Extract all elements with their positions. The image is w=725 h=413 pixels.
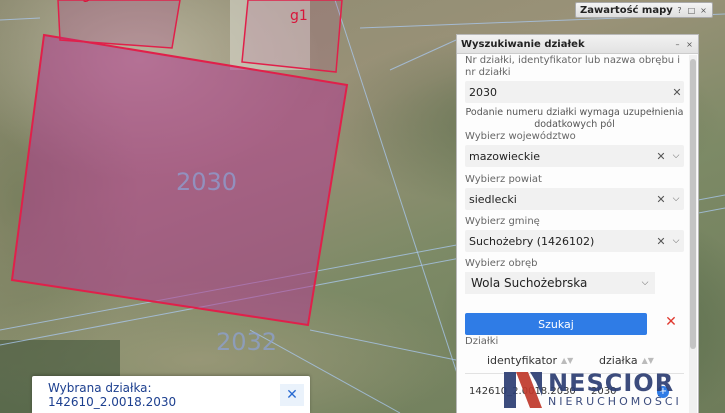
watermark-logo: NESCIOR NIERUCHOMOŚCI [502, 366, 720, 413]
precinct-select[interactable]: Wola Suchożebrska ⌵ [465, 272, 655, 294]
selected-parcel-text: Wybrana działka: 142610_2.0018.2030 [48, 380, 177, 409]
panel-title: Wyszukiwanie działek [461, 38, 585, 50]
commune-value: Suchożebry (1426102) [469, 234, 595, 248]
precinct-value: Wola Suchożebrska [471, 276, 588, 290]
query-value: 2030 [469, 85, 497, 99]
maximize-icon[interactable]: □ [687, 6, 696, 15]
chevron-down-icon[interactable]: ⌵ [668, 194, 684, 204]
help-icon[interactable]: ? [675, 6, 684, 15]
close-icon[interactable]: × [685, 40, 694, 49]
clear-icon[interactable]: ✕ [654, 235, 668, 248]
close-icon[interactable]: × [699, 6, 708, 15]
map-contents-widget[interactable]: Zawartość mapy ? □ × [575, 2, 713, 18]
query-label: Nr działki, identyfikator lub nazwa obrę… [465, 55, 681, 78]
parcel-label: 9 [82, 0, 91, 6]
chevron-down-icon[interactable]: ⌵ [668, 151, 684, 161]
sort-icon: ▲▼ [641, 355, 654, 365]
selected-parcel-bar: Wybrana działka: 142610_2.0018.2030 ✕ [32, 376, 310, 413]
clear-icon[interactable]: ✕ [670, 86, 684, 99]
map-contents-title: Zawartość mapy [580, 4, 673, 16]
sort-icon: ▲▼ [561, 355, 574, 365]
precinct-label: Wybierz obręb [465, 258, 538, 269]
minimize-icon[interactable]: – [673, 40, 682, 49]
close-selected-button[interactable]: ✕ [280, 383, 304, 406]
panel-body: Nr działki, identyfikator lub nazwa obrę… [457, 53, 689, 413]
panel-header[interactable]: Wyszukiwanie działek – × [457, 35, 698, 54]
query-hint: Podanie numeru działki wymaga uzupełnien… [465, 107, 684, 130]
column-header-identifier[interactable]: identyfikator ▲▼ [487, 354, 599, 367]
scrollbar-thumb[interactable] [690, 59, 696, 349]
parcel-label: 2032 [216, 328, 278, 356]
clear-icon[interactable]: ✕ [654, 193, 668, 206]
chevron-down-icon[interactable]: ⌵ [635, 278, 655, 288]
commune-label: Wybierz gminę [465, 216, 540, 227]
panel-scrollbar[interactable] [689, 55, 697, 413]
parcel-search-panel: Wyszukiwanie działek – × Nr działki, ide… [456, 34, 699, 413]
chevron-down-icon[interactable]: ⌵ [668, 236, 684, 246]
search-button[interactable]: Szukaj [465, 313, 647, 335]
county-select[interactable]: siedlecki ✕ ⌵ [465, 188, 684, 210]
neighbour-parcel-shape[interactable] [57, 0, 181, 49]
clear-icon[interactable]: ✕ [654, 150, 668, 163]
voivodeship-value: mazowieckie [469, 149, 541, 163]
county-label: Wybierz powiat [465, 174, 542, 185]
parcel-label: 2030 [176, 168, 238, 196]
parcel-label: g1 [290, 8, 308, 24]
query-input[interactable]: 2030 ✕ [465, 81, 684, 103]
county-value: siedlecki [469, 192, 517, 206]
commune-select[interactable]: Suchożebry (1426102) ✕ ⌵ [465, 230, 684, 252]
logo-line1: NESCIOR [548, 369, 675, 397]
voivodeship-select[interactable]: mazowieckie ✕ ⌵ [465, 145, 684, 167]
voivodeship-label: Wybierz województwo [465, 131, 576, 142]
logo-texts: NESCIOR NIERUCHOMOŚCI [548, 371, 682, 408]
column-header-parcel[interactable]: działka ▲▼ [599, 354, 654, 367]
logo-mark-icon [504, 371, 542, 408]
clear-search-button[interactable]: ✕ [662, 314, 680, 334]
logo-line2: NIERUCHOMOŚCI [548, 395, 682, 408]
